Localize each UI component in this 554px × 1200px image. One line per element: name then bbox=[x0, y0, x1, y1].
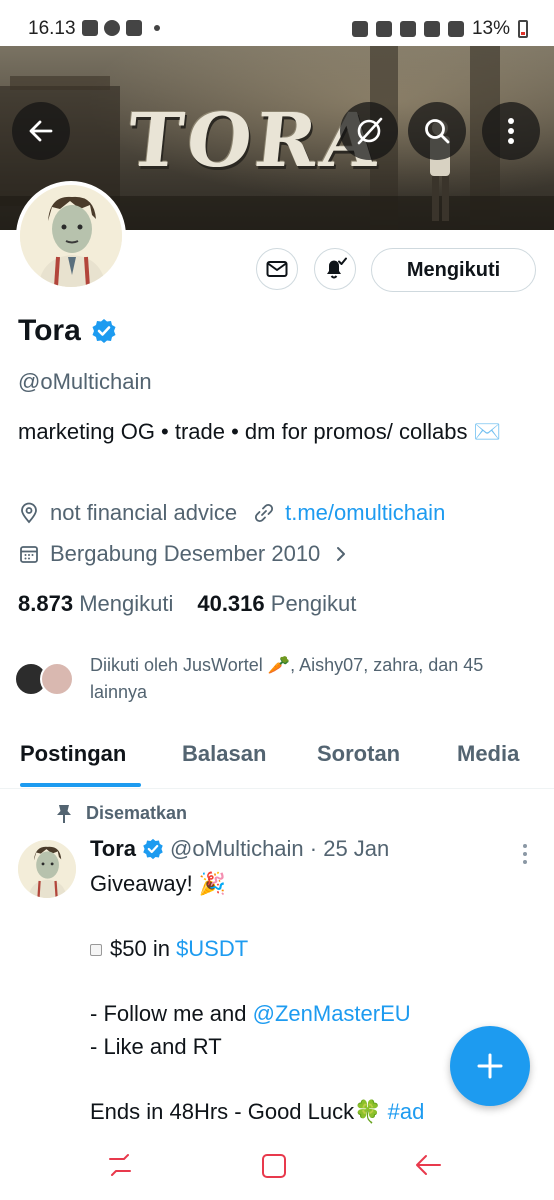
tab-replies[interactable]: Balasan bbox=[182, 741, 266, 767]
system-icons: 13% bbox=[351, 18, 528, 40]
battery-saver-icon bbox=[351, 21, 368, 37]
followers-stat[interactable]: 40.316 Pengikut bbox=[197, 591, 356, 617]
profile-tabs: Postingan Balasan Sorotan Media bbox=[0, 736, 554, 789]
notification-icons bbox=[82, 20, 160, 36]
post-header: Tora @oMultichain · 25 Jan bbox=[90, 836, 389, 862]
more-notifications-icon bbox=[154, 25, 160, 31]
post-more-icon[interactable] bbox=[521, 843, 529, 865]
post-author-name[interactable]: Tora bbox=[90, 836, 136, 862]
arrow-left-icon bbox=[29, 120, 53, 142]
profile-name: Tora bbox=[18, 314, 81, 347]
gallery-icon bbox=[82, 20, 98, 36]
notifications-toggle-button[interactable] bbox=[314, 248, 356, 290]
wifi-icon bbox=[423, 21, 440, 37]
alarm-icon bbox=[375, 21, 392, 37]
post-line-2: $50 in $USDT bbox=[90, 933, 530, 966]
signal-icon bbox=[447, 21, 464, 37]
post-line-1: Giveaway! 🎉 bbox=[90, 871, 227, 896]
verified-badge-icon[interactable] bbox=[91, 318, 117, 344]
profile-handle: @oMultichain bbox=[18, 369, 152, 394]
tab-posts[interactable]: Postingan bbox=[20, 741, 126, 767]
post-handle-time: @oMultichain · 25 Jan bbox=[170, 836, 390, 861]
compose-button[interactable] bbox=[450, 1026, 530, 1106]
profile-stats: 8.873 Mengikuti 40.316 Pengikut bbox=[18, 591, 356, 617]
mute-icon bbox=[399, 21, 416, 37]
bell-check-icon bbox=[327, 257, 347, 279]
profile-website-link[interactable]: t.me/omultichain bbox=[285, 500, 445, 526]
profile-location: not financial advice bbox=[50, 500, 238, 525]
mention-zenmastereu-link[interactable]: @ZenMasterEU bbox=[253, 1001, 411, 1026]
following-label: Mengikuti bbox=[79, 591, 174, 616]
home-icon[interactable] bbox=[260, 1152, 288, 1180]
status-bar: 16.13 13% bbox=[0, 0, 554, 46]
chevron-right-icon bbox=[337, 547, 346, 561]
pinned-label: Disematkan bbox=[86, 803, 188, 823]
whatsapp-icon bbox=[104, 20, 120, 36]
tab-media[interactable]: Media bbox=[457, 741, 519, 767]
more-options-button[interactable] bbox=[482, 102, 540, 160]
followers-count: 40.316 bbox=[197, 591, 265, 616]
tab-highlights[interactable]: Sorotan bbox=[317, 741, 400, 767]
more-vertical-icon bbox=[508, 118, 514, 144]
profile-name-row: Tora bbox=[18, 314, 117, 348]
back-button[interactable] bbox=[12, 102, 70, 160]
avatar-portrait bbox=[20, 185, 122, 287]
profile-bio: marketing OG • trade • dm for promos/ co… bbox=[18, 419, 501, 444]
following-button[interactable]: Mengikuti bbox=[371, 248, 536, 292]
post-line-5-text: Ends in 48Hrs - Good Luck🍀 bbox=[90, 1098, 388, 1124]
post-verified-badge-icon bbox=[143, 838, 163, 860]
post-line-5: Ends in 48Hrs - Good Luck🍀 #ad bbox=[90, 1096, 530, 1129]
post-avatar-portrait bbox=[18, 840, 76, 898]
back-nav-icon[interactable] bbox=[414, 1152, 442, 1178]
message-button[interactable] bbox=[256, 248, 298, 290]
search-icon bbox=[425, 119, 450, 144]
link-icon bbox=[255, 503, 274, 523]
checkbox-emoji-icon bbox=[90, 944, 102, 957]
cashtag-usdt-link[interactable]: $USDT bbox=[176, 936, 248, 961]
post-author-avatar[interactable] bbox=[18, 840, 76, 898]
post-line-3: - Follow me and @ZenMasterEU bbox=[90, 998, 530, 1031]
post-line-2-text: $50 in bbox=[110, 936, 177, 961]
status-time: 16.13 bbox=[28, 18, 76, 39]
mail-icon bbox=[266, 261, 288, 277]
recent-apps-icon[interactable] bbox=[106, 1152, 134, 1178]
profile-joined-date: Bergabung Desember 2010 bbox=[50, 541, 321, 566]
grok-icon bbox=[357, 117, 383, 145]
following-count: 8.873 bbox=[18, 591, 74, 616]
following-stat[interactable]: 8.873 Mengikuti bbox=[18, 591, 173, 617]
location-pin-icon bbox=[21, 502, 37, 524]
battery-percent: 13% bbox=[471, 18, 510, 39]
post-line-3-text: - Follow me and bbox=[90, 1001, 253, 1026]
active-tab-indicator bbox=[20, 783, 141, 787]
hashtag-ad-link[interactable]: #ad bbox=[388, 1099, 425, 1124]
pin-icon bbox=[57, 804, 71, 823]
profile-avatar[interactable] bbox=[16, 181, 126, 291]
grok-button[interactable] bbox=[340, 102, 398, 160]
profile-meta-row-1: not financial advice t.me/omultichain bbox=[18, 500, 445, 526]
followers-label: Pengikut bbox=[270, 591, 357, 616]
calendar-icon bbox=[20, 546, 38, 563]
search-button[interactable] bbox=[408, 102, 466, 160]
pinned-label-row: Disematkan bbox=[56, 803, 187, 824]
plus-icon bbox=[477, 1053, 503, 1079]
follower-avatar-2 bbox=[40, 662, 74, 696]
followed-by-text: Diikuti oleh JusWortel 🥕, Aishy07, zahra… bbox=[90, 655, 484, 702]
banner-ruin-roof bbox=[10, 76, 110, 90]
hashtag-app-icon bbox=[126, 20, 142, 36]
profile-meta-row-2[interactable]: Bergabung Desember 2010 bbox=[18, 541, 350, 567]
system-navigation-bar bbox=[0, 1130, 554, 1200]
battery-icon bbox=[518, 20, 528, 38]
